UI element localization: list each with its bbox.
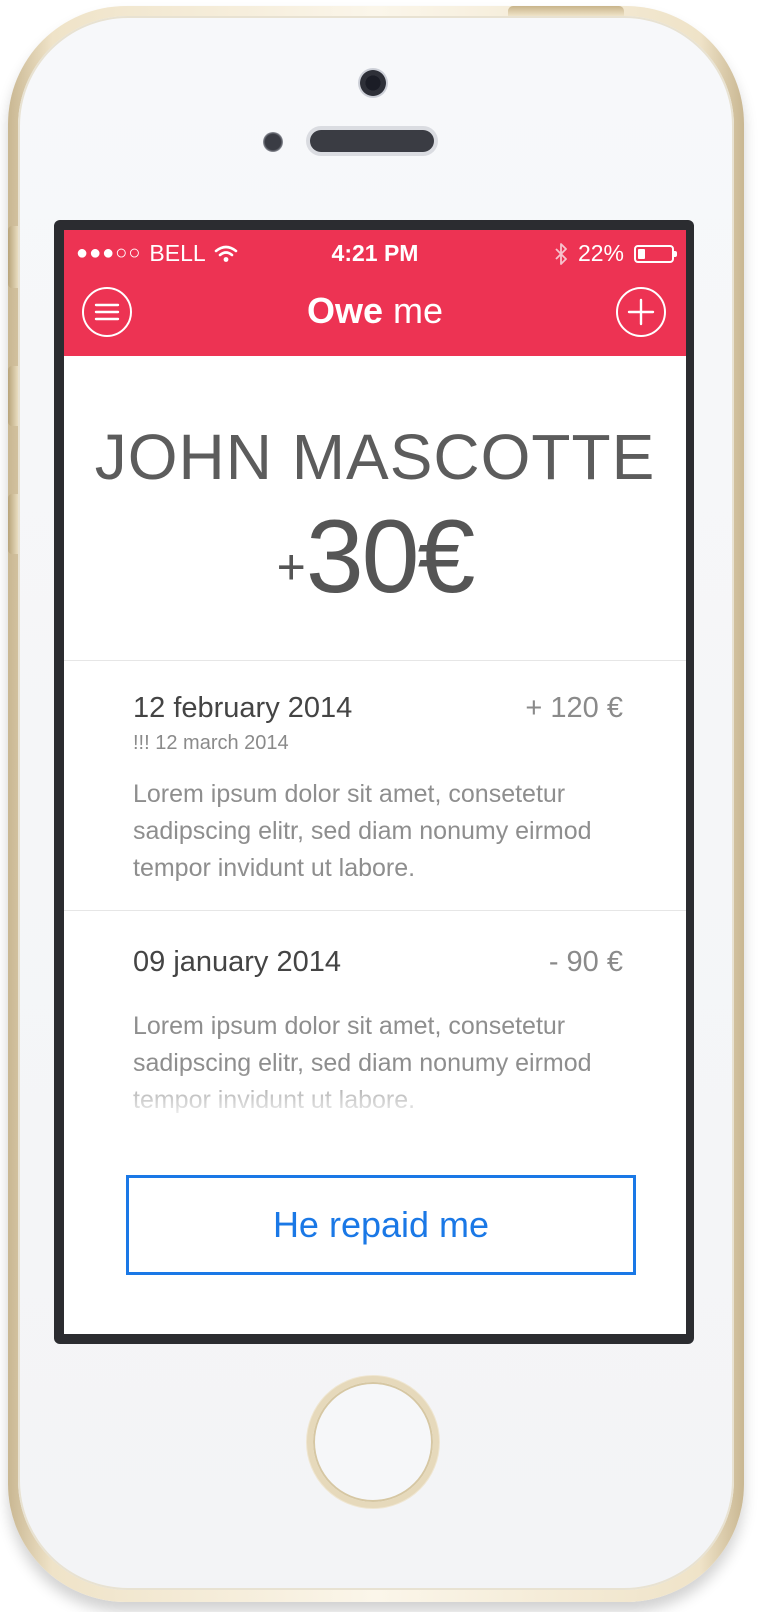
entry-due-date: !!! 12 march 2014	[133, 732, 289, 754]
home-button[interactable]	[307, 1376, 439, 1508]
battery-percent: 22%	[577, 240, 624, 266]
person-name: JOHN MASCOTTE	[94, 421, 656, 493]
divider	[64, 910, 686, 911]
he-repaid-me-button[interactable]: He repaid me	[126, 1175, 636, 1275]
status-right: 22%	[554, 240, 677, 267]
divider	[64, 660, 686, 661]
status-bar: ●●●○○ BELL 4:21 PM 22%	[64, 236, 686, 272]
title-bold: Owe	[306, 290, 383, 331]
bluetooth-icon	[555, 242, 567, 265]
list-item[interactable]: 12 february 2014 + 120 € !!! 12 march 20…	[133, 692, 623, 892]
battery-level-fill	[638, 248, 646, 259]
entry-date: 09 january 2014	[133, 946, 341, 978]
app-header: ●●●○○ BELL 4:21 PM 22% Owe me	[64, 230, 686, 356]
battery-icon	[634, 244, 677, 263]
app-screen: ●●●○○ BELL 4:21 PM 22% Owe me JOHN MASCO…	[64, 230, 686, 1334]
volume-up-button	[8, 366, 18, 426]
volume-down-button	[8, 494, 18, 554]
list-fade-overlay	[64, 1070, 686, 1120]
balance-amount: 30€	[305, 499, 476, 615]
entry-amount: + 120 €	[525, 692, 623, 724]
power-button	[508, 6, 624, 16]
plus-circle-icon	[627, 298, 655, 326]
entry-date: 12 february 2014	[133, 692, 353, 724]
title-light: me	[393, 290, 444, 331]
page-title: Owe me	[64, 290, 686, 332]
entry-description: Lorem ipsum dolor sit amet, consetetur s…	[133, 780, 592, 882]
earpiece-speaker	[310, 130, 434, 152]
balance-total: +30€	[64, 498, 686, 617]
mute-switch	[8, 226, 18, 288]
balance-sign: +	[276, 539, 306, 595]
front-camera	[358, 68, 388, 98]
proximity-sensor	[263, 132, 283, 152]
entry-amount: - 90 €	[548, 946, 623, 978]
add-button[interactable]	[616, 287, 666, 337]
